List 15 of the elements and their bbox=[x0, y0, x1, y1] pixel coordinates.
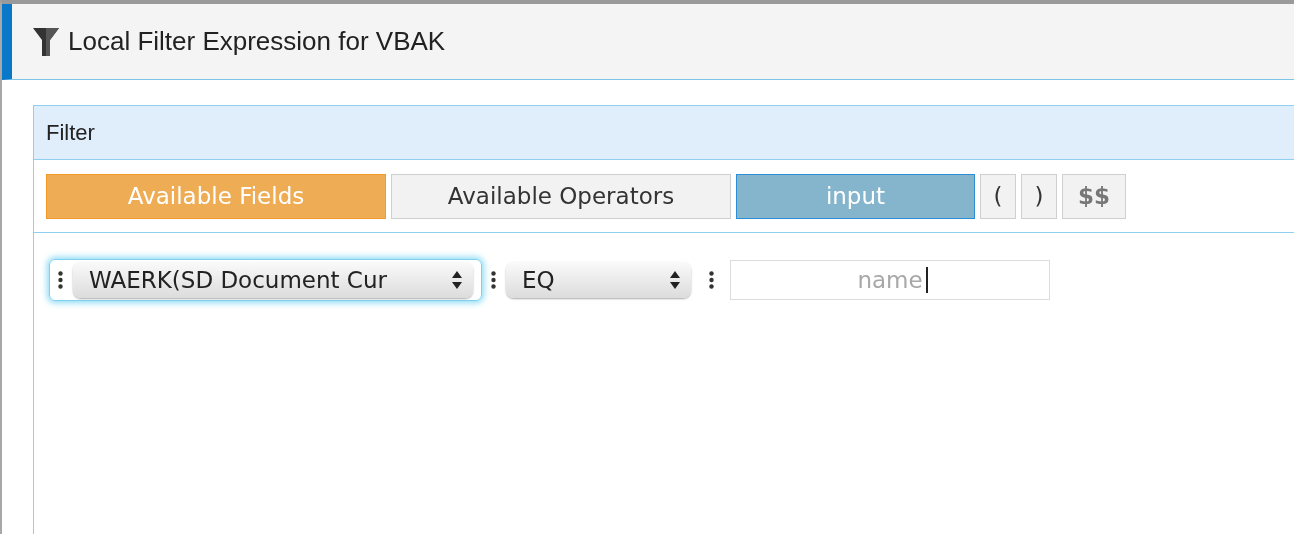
drag-handle-icon[interactable] bbox=[491, 271, 496, 289]
toolbar-button[interactable]: ( bbox=[980, 174, 1016, 219]
dropdown[interactable]: EQ bbox=[506, 262, 691, 298]
input-field[interactable]: name bbox=[730, 260, 1050, 300]
dropdown[interactable]: WAERK(SD Document Cur bbox=[73, 262, 473, 298]
up-down-arrows-icon bbox=[451, 270, 463, 290]
toolbar-button[interactable]: ) bbox=[1021, 174, 1057, 219]
toolbar-button[interactable]: Available Operators bbox=[391, 174, 731, 219]
up-down-arrows-icon bbox=[669, 270, 681, 290]
window-title: Local Filter Expression for VBAK bbox=[68, 25, 446, 58]
panel-title: Filter bbox=[46, 119, 95, 147]
drag-handle-icon[interactable] bbox=[709, 271, 714, 289]
drag-handle-icon[interactable] bbox=[58, 271, 63, 289]
filter-icon bbox=[32, 25, 60, 58]
toolbar-button[interactable]: $$ bbox=[1062, 174, 1126, 219]
